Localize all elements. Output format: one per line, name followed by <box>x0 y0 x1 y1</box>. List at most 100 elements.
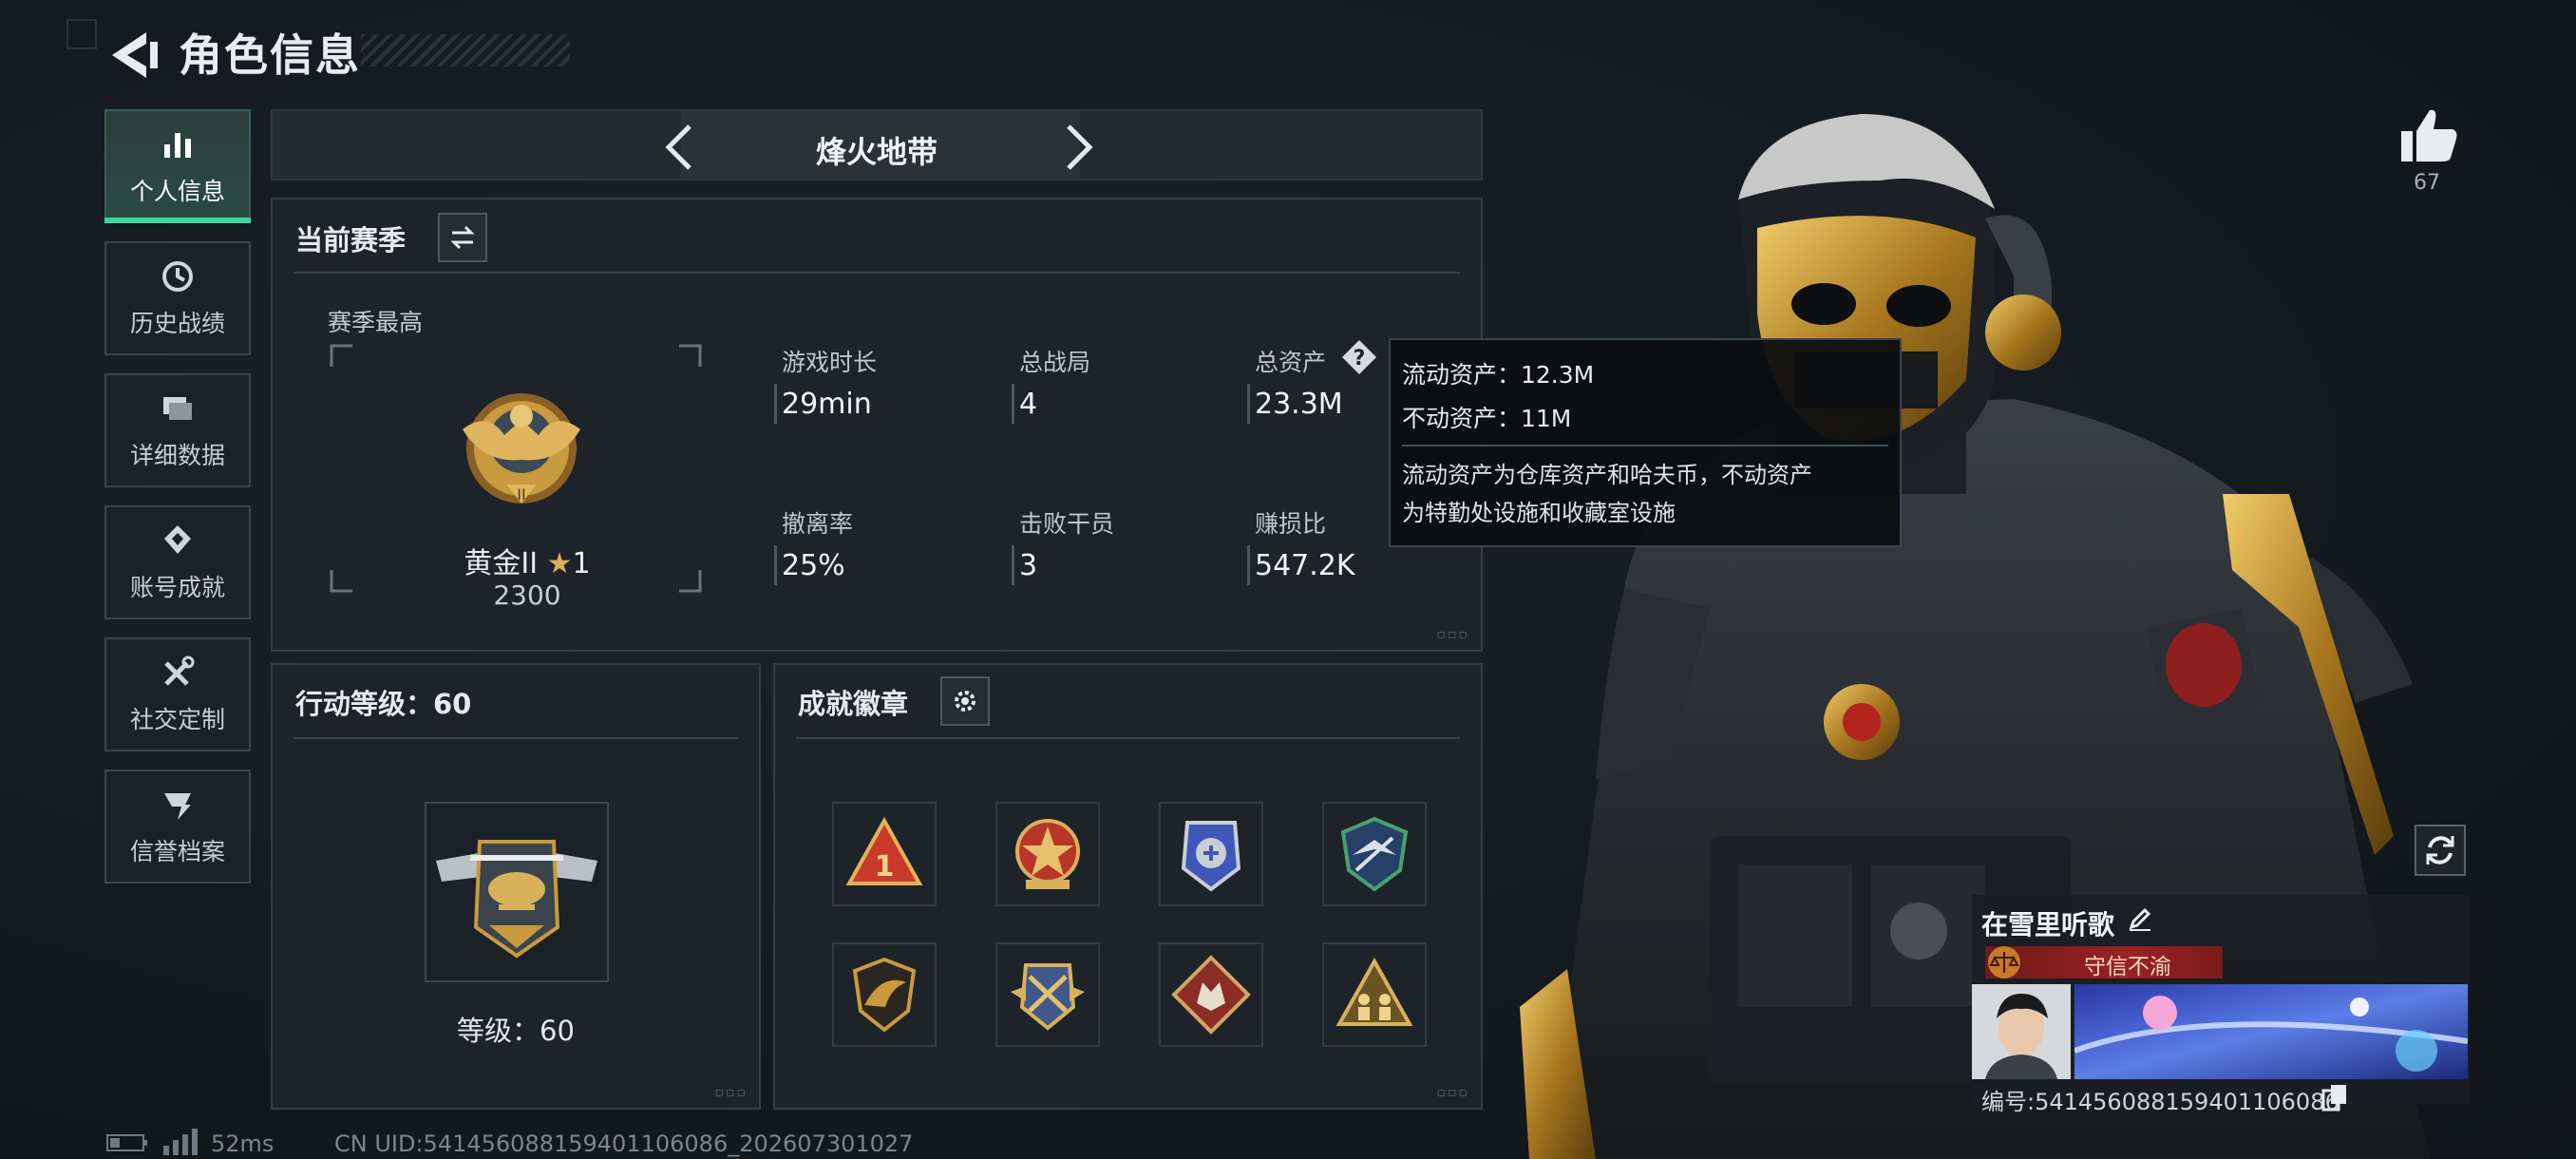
like-count: 67 <box>2414 171 2440 195</box>
action-level-heading: 行动等级：60 <box>295 688 472 720</box>
corner-dots: ▫▫▫ <box>714 1085 748 1100</box>
stat-divider <box>774 384 777 424</box>
corner-dots: ▫▫▫ <box>1436 1085 1469 1100</box>
stat-value-assets: 23.3M <box>1255 388 1343 421</box>
sidebar-item-history[interactable]: 历史战绩 <box>104 241 251 355</box>
achievement-badge[interactable] <box>995 942 1100 1047</box>
back-arrow-icon[interactable] <box>103 27 169 84</box>
stat-divider <box>1247 384 1250 424</box>
signal-icon <box>163 1129 198 1155</box>
season-panel: 当前赛季 赛季最高 II 黄金II ★1 2300 游戏时长 29min 总战局… <box>271 198 1483 652</box>
gold-rank-icon: II <box>463 393 580 504</box>
clock-history-icon <box>162 261 193 292</box>
rank-name: 黄金II <box>464 547 539 580</box>
badge-settings-button[interactable] <box>940 676 990 726</box>
season-best-label: 赛季最高 <box>328 309 424 336</box>
player-id: 编号:541456088159401106086 <box>1981 1089 2339 1115</box>
stat-value-playtime: 29min <box>782 388 872 421</box>
rank-display: 黄金II ★1 <box>432 540 622 581</box>
player-banner-image <box>2074 984 2468 1079</box>
bar-chart-icon <box>164 133 191 158</box>
stat-label-extract-rate: 撤离率 <box>782 510 854 538</box>
sidebar-item-label: 信誉档案 <box>129 838 225 865</box>
level-label: 等级：60 <box>457 1015 575 1047</box>
achievement-badge[interactable] <box>1159 802 1263 906</box>
tooltip-description-line1: 流动资产为仓库资产和哈夫币，不动资产 <box>1402 462 1812 488</box>
latency-readout: 52ms <box>211 1130 275 1157</box>
svg-text:?: ? <box>1354 347 1366 370</box>
divider <box>796 737 1460 739</box>
achievement-badge[interactable] <box>1159 942 1263 1047</box>
divider <box>294 737 738 739</box>
rank-points: 2300 <box>493 580 561 611</box>
sidebar-item-label: 详细数据 <box>129 442 225 469</box>
corner-dots: ▫▫▫ <box>1436 627 1469 642</box>
gear-icon <box>955 691 975 712</box>
action-level-panel: 行动等级：60 等级：60 ▫▫▫ <box>271 663 761 1110</box>
stat-value-kills: 3 <box>1019 549 1038 582</box>
falcon-badge-icon <box>852 957 917 1033</box>
sidebar-item-label: 历史战绩 <box>129 310 225 337</box>
stat-label-profit-ratio: 赚损比 <box>1255 510 1327 538</box>
sidebar-item-social[interactable]: 社交定制 <box>104 637 251 751</box>
achievements-heading: 成就徽章 <box>798 688 909 720</box>
honor-title: 守信不渝 <box>2084 955 2171 979</box>
divider <box>294 272 1460 274</box>
sidebar-item-detailed-data[interactable]: 详细数据 <box>104 373 251 487</box>
sidebar-item-label: 个人信息 <box>129 178 225 205</box>
mode-name: 烽火地带 <box>815 134 938 170</box>
police-badge-icon <box>1181 821 1241 892</box>
soldiers-badge-icon <box>1335 957 1413 1026</box>
star-shield-badge-icon <box>1015 819 1080 889</box>
rank-stars: 1 <box>572 547 591 580</box>
sidebar-item-label: 社交定制 <box>129 706 225 733</box>
avatar[interactable] <box>1972 984 2071 1079</box>
season-heading: 当前赛季 <box>295 224 407 256</box>
stat-divider <box>774 545 777 585</box>
achievement-badge[interactable] <box>832 942 937 1047</box>
tooltip-description-line2: 为特勤处设施和收藏室设施 <box>1402 500 1676 526</box>
swap-icon <box>450 225 475 250</box>
winged-crossed-badge-icon <box>1011 963 1085 1031</box>
sidebar-item-achievements[interactable]: 账号成就 <box>104 505 251 619</box>
chevron-right-icon[interactable] <box>1053 121 1101 174</box>
reputation-icon <box>164 793 191 820</box>
achievement-badge[interactable]: 1 <box>832 802 937 906</box>
scales-icon <box>1988 946 2020 978</box>
page-title: 角色信息 <box>179 29 361 81</box>
stat-value-extract-rate: 25% <box>782 549 845 582</box>
help-icon[interactable]: ? <box>1340 338 1378 376</box>
eagle-shield-badge-icon <box>1340 816 1409 892</box>
copy-icon[interactable] <box>2321 1083 2348 1112</box>
thumbs-up-icon[interactable] <box>2394 104 2462 167</box>
achievement-badge[interactable] <box>995 802 1100 906</box>
rotate-icon[interactable] <box>2415 825 2466 876</box>
stat-value-matches: 4 <box>1019 388 1038 421</box>
battery-icon <box>106 1134 147 1151</box>
stat-divider <box>1012 384 1014 424</box>
uid-text: CN UID:541456088159401106086_20260730102… <box>334 1130 914 1157</box>
assets-tooltip: 流动资产：12.3M 不动资产：11M 流动资产为仓库资产和哈夫币，不动资产 为… <box>1389 338 1902 547</box>
achievement-badge[interactable] <box>1322 802 1427 906</box>
edit-pencil-icon[interactable] <box>2126 904 2154 933</box>
stat-value-profit-ratio: 547.2K <box>1255 549 1355 582</box>
sidebar-item-reputation[interactable]: 信誉档案 <box>104 770 251 884</box>
tools-icon <box>164 656 195 686</box>
achievement-badge[interactable] <box>1322 942 1427 1047</box>
divider <box>1402 445 1888 446</box>
stat-divider <box>1247 545 1250 585</box>
triangle-one-badge-icon: 1 <box>845 816 923 885</box>
stat-divider <box>1012 545 1014 585</box>
sidebar-item-personal-info[interactable]: 个人信息 <box>104 109 251 223</box>
achievement-icon <box>164 525 191 554</box>
switch-season-button[interactable] <box>438 213 487 262</box>
svg-text:II: II <box>517 485 525 504</box>
star-icon: ★ <box>546 547 573 580</box>
sidebar-item-label: 账号成就 <box>129 574 225 601</box>
stat-label-assets: 总资产 <box>1255 349 1327 376</box>
tooltip-liquid-assets: 流动资产：12.3M <box>1402 361 1595 389</box>
title-decoration <box>361 34 570 66</box>
mode-selector: 烽火地带 <box>271 109 1483 180</box>
stat-label-kills: 击败干员 <box>1019 510 1115 538</box>
player-name: 在雪里听歌 <box>1981 909 2115 940</box>
